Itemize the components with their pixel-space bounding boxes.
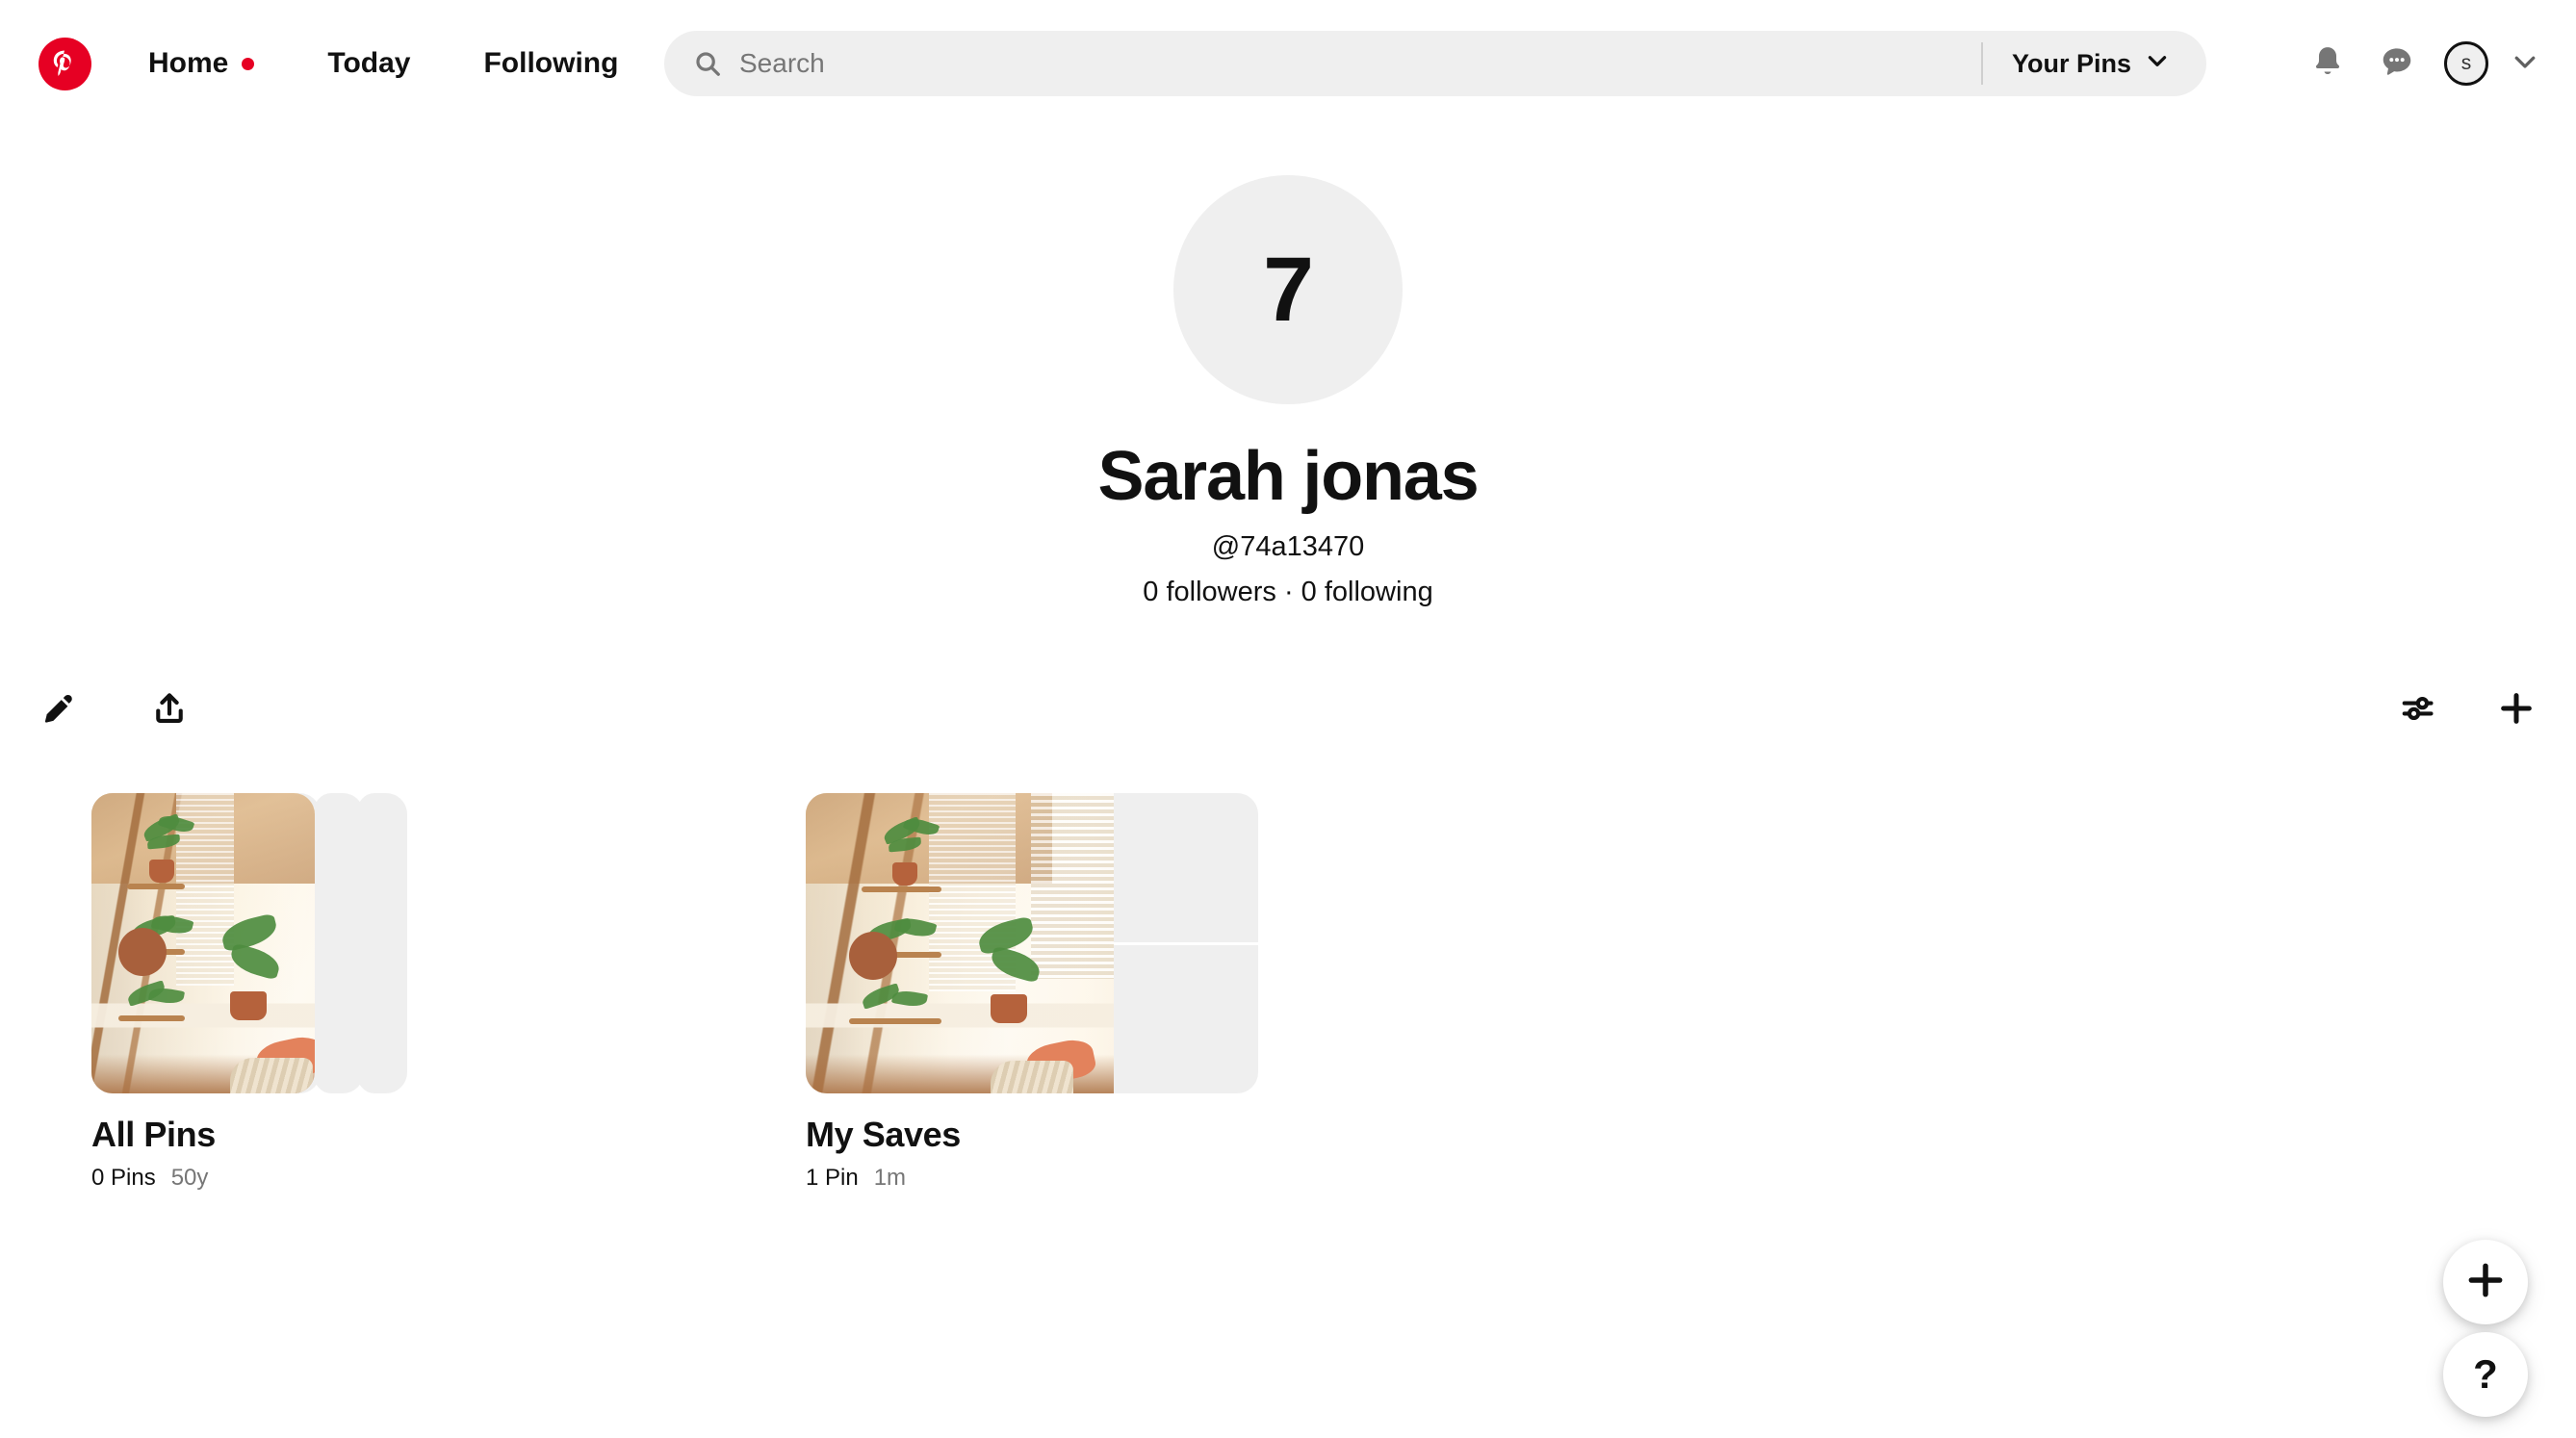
board-card[interactable]: All Pins 0 Pins 50y bbox=[91, 793, 544, 1192]
home-notification-dot-icon bbox=[242, 57, 255, 70]
boards-grid: All Pins 0 Pins 50y My Saves 1 Pin 1m bbox=[91, 793, 1258, 1192]
floating-create-button[interactable] bbox=[2443, 1240, 2528, 1324]
board-cover-placeholders bbox=[1114, 793, 1258, 1093]
board-cover-image bbox=[806, 793, 1114, 1093]
pinterest-logo-button[interactable] bbox=[27, 26, 102, 101]
plus-icon bbox=[2497, 689, 2536, 732]
board-age: 50y bbox=[170, 1165, 209, 1191]
board-pin-count: 1 Pin bbox=[806, 1165, 859, 1191]
board-cover[interactable] bbox=[91, 793, 544, 1093]
edit-profile-button[interactable] bbox=[29, 680, 90, 741]
board-title: My Saves bbox=[806, 1115, 961, 1154]
board-cover-image bbox=[91, 793, 315, 1093]
pencil-icon bbox=[41, 690, 78, 732]
sort-boards-button[interactable] bbox=[2387, 680, 2449, 741]
top-navigation-bar: Home Today Following Your Pins bbox=[0, 0, 2576, 127]
profile-avatar[interactable]: 7 bbox=[1173, 175, 1403, 404]
messages-button[interactable] bbox=[2362, 29, 2432, 98]
chevron-down-icon bbox=[2145, 48, 2170, 80]
board-title: All Pins bbox=[91, 1115, 216, 1154]
bell-icon bbox=[2309, 43, 2346, 85]
search-icon bbox=[693, 49, 722, 78]
share-profile-button[interactable] bbox=[139, 680, 200, 741]
room-photo-objects bbox=[806, 793, 1114, 1093]
notifications-button[interactable] bbox=[2293, 29, 2362, 98]
search-divider bbox=[1980, 42, 1983, 85]
board-meta: 1 Pin 1m bbox=[806, 1165, 1258, 1192]
profile-header: 7 Sarah jonas @74a13470 0 followers · 0 … bbox=[0, 175, 2576, 608]
profile-name: Sarah jonas bbox=[1097, 438, 1480, 515]
your-pins-label: Your Pins bbox=[2011, 48, 2131, 78]
board-cover[interactable] bbox=[806, 793, 1258, 1093]
your-pins-dropdown[interactable]: Your Pins bbox=[2012, 48, 2206, 80]
search-bar[interactable]: Your Pins bbox=[664, 31, 2206, 96]
share-upload-icon bbox=[151, 690, 188, 732]
message-bubble-icon bbox=[2379, 43, 2415, 85]
profile-avatar-text: 7 bbox=[1263, 238, 1314, 341]
question-mark-icon: ? bbox=[2473, 1351, 2498, 1397]
room-photo-objects bbox=[91, 793, 315, 1093]
pinterest-logo-icon bbox=[38, 37, 91, 90]
board-cover-placeholder bbox=[1114, 793, 1258, 945]
plus-icon bbox=[2464, 1259, 2507, 1306]
board-card[interactable]: My Saves 1 Pin 1m bbox=[806, 793, 1258, 1192]
account-avatar-button[interactable]: s bbox=[2432, 29, 2501, 98]
profile-follow-stats[interactable]: 0 followers · 0 following bbox=[1143, 577, 1432, 608]
board-pin-count: 0 Pins bbox=[91, 1165, 156, 1191]
create-board-button[interactable] bbox=[2486, 680, 2547, 741]
board-meta: 0 Pins 50y bbox=[91, 1165, 544, 1192]
nav-item-home-label: Home bbox=[148, 47, 229, 79]
floating-help-button[interactable]: ? bbox=[2443, 1332, 2528, 1417]
sliders-icon bbox=[2400, 690, 2436, 732]
board-cover-placeholder bbox=[1114, 944, 1258, 1093]
avatar-initial: s bbox=[2460, 52, 2472, 74]
chevron-down-icon bbox=[2511, 47, 2539, 81]
nav-item-today-label: Today bbox=[327, 47, 411, 79]
nav-item-following-label: Following bbox=[483, 47, 619, 79]
nav-item-following[interactable]: Following bbox=[458, 34, 643, 93]
board-age: 1m bbox=[873, 1165, 907, 1191]
avatar: s bbox=[2444, 41, 2488, 86]
header-icon-group: s bbox=[2293, 0, 2549, 127]
profile-handle: @74a13470 bbox=[1211, 530, 1365, 562]
account-menu-button[interactable] bbox=[2501, 29, 2549, 98]
profile-action-bar bbox=[0, 680, 2576, 741]
nav-item-home[interactable]: Home bbox=[123, 34, 279, 93]
nav-item-today[interactable]: Today bbox=[302, 34, 435, 93]
search-input[interactable] bbox=[739, 31, 1981, 96]
